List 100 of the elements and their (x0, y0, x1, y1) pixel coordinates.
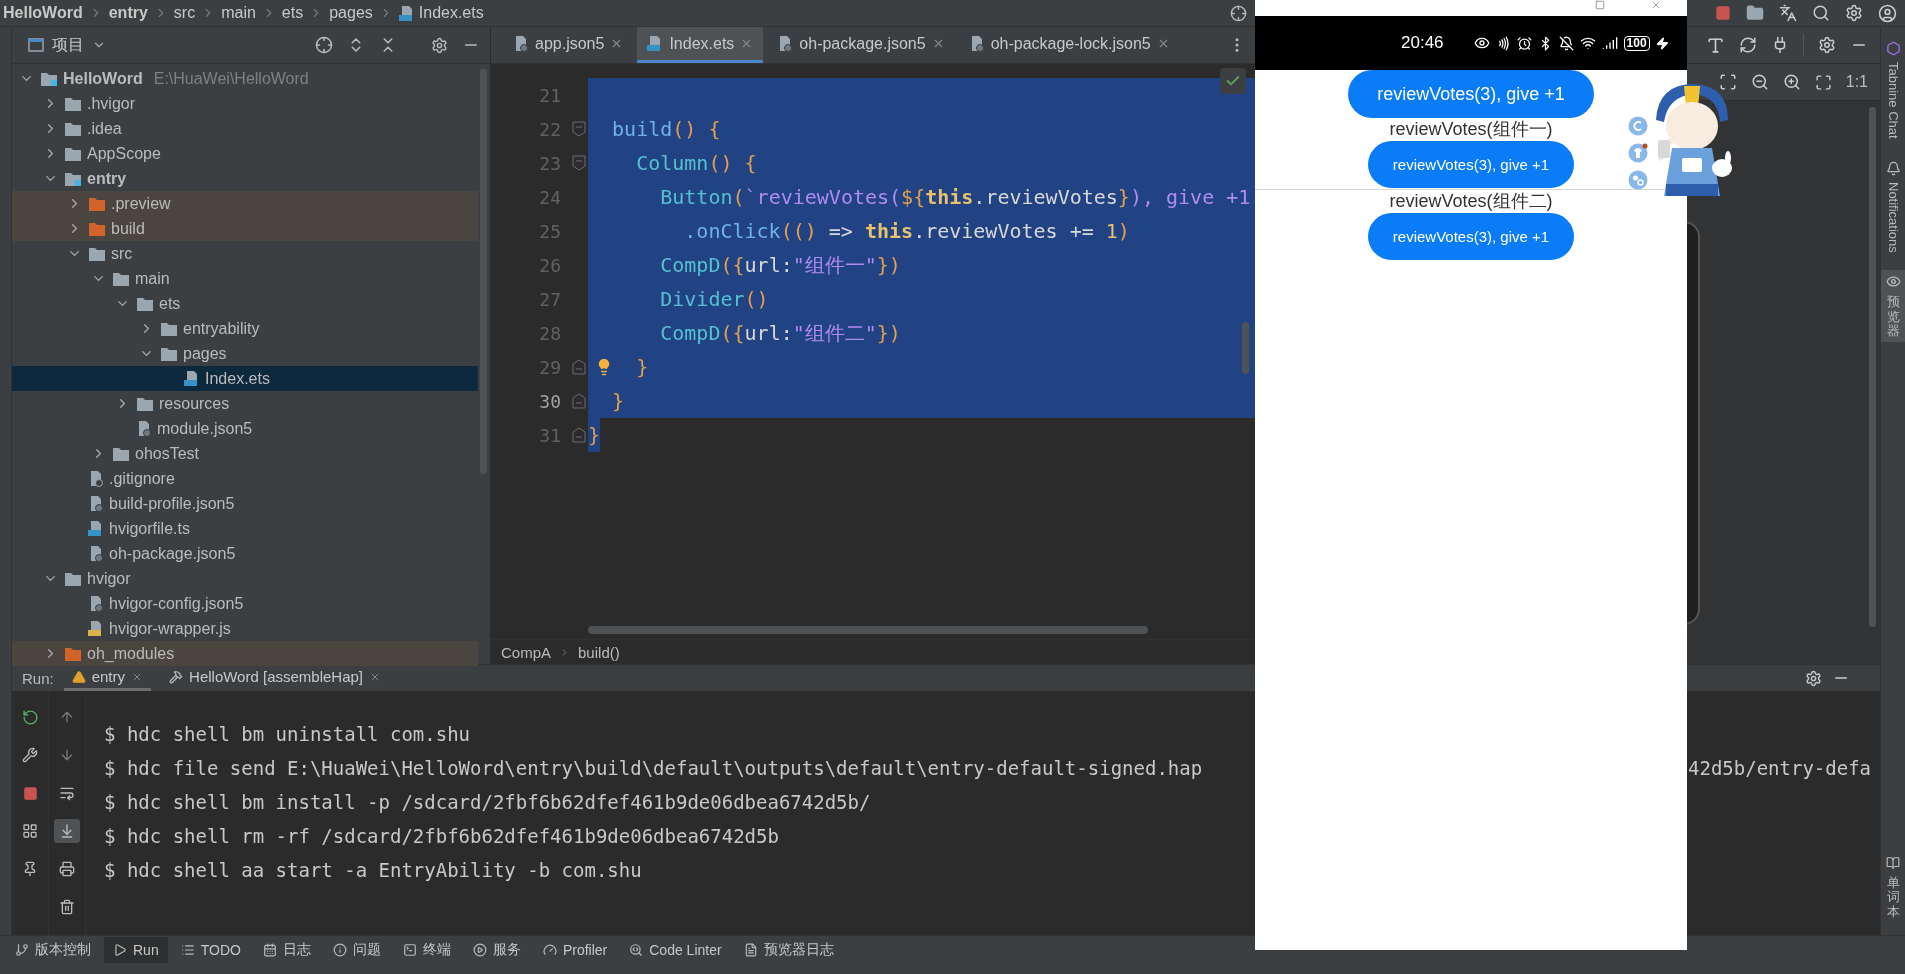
side-tab[interactable]: Tabnine Chat (1881, 37, 1905, 143)
editor-tab[interactable]: oh-package-lock.json5 (958, 27, 1180, 63)
tree-item[interactable]: HelloWord E:\HuaWei\HelloWord (12, 66, 478, 91)
alarm-icon (1516, 35, 1532, 51)
run-tab[interactable]: HelloWord [assembleHap] (161, 665, 389, 691)
breadcrumb-item[interactable]: main (221, 4, 256, 22)
tool-window-button[interactable]: 预览器日志 (734, 937, 843, 963)
breadcrumb-item[interactable]: Index.ets (398, 4, 484, 22)
vote-button[interactable]: reviewVotes(3), give +1 (1368, 213, 1574, 260)
breadcrumb-item[interactable]: entry (108, 4, 148, 22)
breadcrumb-item[interactable]: build() (578, 643, 620, 661)
settings-icon[interactable] (1845, 4, 1863, 22)
tree-item[interactable]: entry (12, 166, 478, 191)
tool-window-button[interactable]: 日志 (253, 937, 320, 963)
stop-icon[interactable] (1715, 5, 1731, 21)
tree-item[interactable]: oh_modules (12, 641, 478, 666)
mute-icon (1558, 35, 1574, 51)
line-number: 28 (538, 322, 561, 344)
vote-button[interactable]: reviewVotes(3), give +1 (1368, 141, 1574, 188)
editor-tab[interactable]: Index.ets (637, 27, 764, 63)
scrollbar[interactable] (588, 626, 1148, 634)
tree-item[interactable]: AppScope (12, 141, 478, 166)
shirt-icon[interactable] (1628, 143, 1648, 163)
info-icon (332, 943, 347, 957)
tree-item[interactable]: hvigor-wrapper.js (12, 616, 478, 641)
view-selector[interactable]: 项目 (24, 32, 110, 58)
search-icon[interactable] (1812, 4, 1830, 22)
tree-item[interactable]: ohosTest (12, 441, 478, 466)
close-icon[interactable] (1651, 0, 1661, 10)
tool-window-button[interactable]: Run (104, 937, 168, 963)
wifi-icon (1579, 35, 1596, 51)
tree-item[interactable]: .hvigor (12, 91, 478, 116)
tree-item[interactable]: .idea (12, 116, 478, 141)
tree-item[interactable]: hvigor (12, 566, 478, 591)
breadcrumb-item[interactable]: CompA (501, 643, 552, 661)
check-icon[interactable] (1220, 68, 1246, 94)
fold-marker-icon[interactable] (572, 427, 586, 443)
zoom-out-icon[interactable] (1750, 73, 1769, 91)
tree-item[interactable]: main (12, 266, 478, 291)
refresh-icon[interactable] (1739, 36, 1757, 54)
tree-item[interactable]: Index.ets (12, 366, 478, 391)
breadcrumb-item[interactable]: src (173, 4, 196, 22)
toggle-icon[interactable] (1628, 170, 1648, 190)
tree-item[interactable]: pages (12, 341, 478, 366)
signal-icon (1601, 35, 1618, 51)
vote-button[interactable]: reviewVotes(3), give +1 (1348, 70, 1594, 118)
tree-item[interactable]: build-profile.json5 (12, 491, 478, 516)
tree-item[interactable]: .gitignore (12, 466, 478, 491)
tree-item[interactable]: hvigor-config.json5 (12, 591, 478, 616)
folder-icon (64, 120, 82, 137)
run-tab[interactable]: entry (63, 665, 152, 691)
zoom-label[interactable]: 1:1 (1845, 73, 1868, 91)
tool-window-button[interactable]: TODO (171, 937, 250, 963)
select-icon[interactable] (1718, 73, 1737, 91)
folder-icon[interactable] (1746, 4, 1764, 22)
scrollbar[interactable] (1869, 107, 1876, 627)
side-tab[interactable]: 预览器 (1881, 270, 1905, 343)
target-icon[interactable] (315, 36, 333, 54)
tool-window-button[interactable]: 版本控制 (6, 937, 100, 963)
scrollbar[interactable] (1242, 322, 1249, 374)
fold-marker-icon[interactable] (572, 359, 586, 375)
side-tab[interactable]: Notifications (1881, 156, 1905, 257)
breadcrumb-item[interactable]: HelloWord (3, 4, 83, 22)
folder-icon (112, 270, 130, 287)
zoom-in-icon[interactable] (1782, 73, 1801, 91)
translate-icon[interactable] (1779, 4, 1797, 22)
fold-marker-icon[interactable] (572, 393, 586, 409)
tree-item[interactable]: module.json5 (12, 416, 478, 441)
side-tab[interactable]: 单词本 (1881, 852, 1905, 923)
folder-icon (64, 645, 82, 662)
target-icon[interactable] (1230, 4, 1247, 22)
tool-window-button[interactable]: Code Linter (620, 937, 731, 963)
tool-window-button[interactable]: Profiler (533, 937, 617, 963)
settings-icon[interactable] (431, 36, 448, 54)
fold-marker-icon[interactable] (572, 155, 586, 171)
tree-item[interactable]: .preview (12, 191, 478, 216)
tool-window-button[interactable]: 问题 (323, 937, 390, 963)
settings-icon[interactable] (1805, 669, 1822, 687)
search-code-icon (629, 943, 644, 957)
tree-item[interactable]: ets (12, 291, 478, 316)
tree-item[interactable]: oh-package.json5 (12, 541, 478, 566)
tree-item[interactable]: entryability (12, 316, 478, 341)
tree-item[interactable]: build (12, 216, 478, 241)
user-icon[interactable] (1878, 3, 1897, 23)
text-size-icon[interactable] (1706, 35, 1725, 55)
settings-icon[interactable] (1818, 36, 1836, 54)
folder-icon (136, 295, 154, 312)
editor-tab[interactable]: app.json5 (503, 27, 634, 63)
folder-icon (64, 170, 82, 187)
breadcrumb-item[interactable]: pages (329, 4, 373, 22)
tool-window-button[interactable]: 服务 (463, 937, 530, 963)
tool-window-button[interactable]: 终端 (393, 937, 460, 963)
editor-tab[interactable]: oh-package.json5 (767, 27, 955, 63)
tree-item[interactable]: hvigorfile.ts (12, 516, 478, 541)
tree-item[interactable]: src (12, 241, 478, 266)
breadcrumb-item[interactable]: ets (281, 4, 304, 22)
tree-item[interactable]: resources (12, 391, 478, 416)
fold-marker-icon[interactable] (572, 121, 586, 137)
scroll-to-end-icon[interactable] (54, 819, 80, 843)
fit-icon[interactable] (1814, 73, 1832, 91)
